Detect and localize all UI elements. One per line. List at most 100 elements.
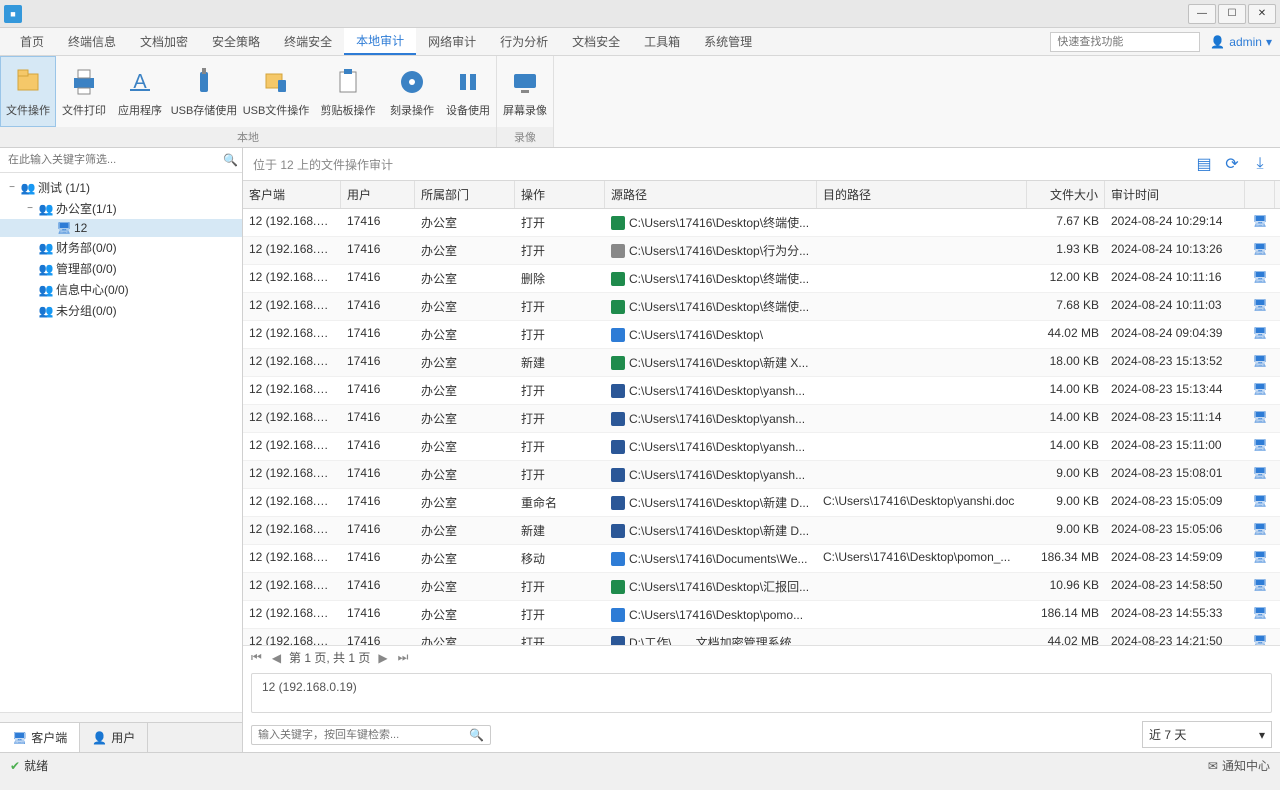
cell-monitor-icon[interactable]: 🖥 xyxy=(1245,517,1275,544)
pager-last[interactable]: ⏭ xyxy=(396,650,411,665)
keyword-input[interactable] xyxy=(258,729,469,741)
table-row[interactable]: 12 (192.168.0.1...17416办公室打开C:\Users\174… xyxy=(243,461,1280,489)
grid-body[interactable]: 12 (192.168.0.1...17416办公室打开C:\Users\174… xyxy=(243,209,1280,645)
cell-monitor-icon[interactable]: 🖥 xyxy=(1245,405,1275,432)
table-row[interactable]: 12 (192.168.0.1...17416办公室删除C:\Users\174… xyxy=(243,265,1280,293)
tree-node-6[interactable]: 👥未分组(0/0) xyxy=(0,300,242,321)
minimize-button[interactable]: — xyxy=(1188,4,1216,24)
table-row[interactable]: 12 (192.168.0.1...17416办公室打开C:\Users\174… xyxy=(243,433,1280,461)
export-icon[interactable]: ⤓ xyxy=(1250,154,1270,174)
maximize-button[interactable]: ☐ xyxy=(1218,4,1246,24)
cell-monitor-icon[interactable]: 🖥 xyxy=(1245,573,1275,600)
grid-header-5[interactable]: 目的路径 xyxy=(817,181,1027,208)
tree-node-4[interactable]: 👥管理部(0/0) xyxy=(0,258,242,279)
table-row[interactable]: 12 (192.168.0.1...17416办公室打开C:\Users\174… xyxy=(243,405,1280,433)
close-button[interactable]: ✕ xyxy=(1248,4,1276,24)
table-row[interactable]: 12 (192.168.0.1...17416办公室打开C:\Users\174… xyxy=(243,377,1280,405)
table-row[interactable]: 12 (192.168.0.1...17416办公室打开C:\Users\174… xyxy=(243,573,1280,601)
cell-monitor-icon[interactable]: 🖥 xyxy=(1245,293,1275,320)
search-icon[interactable]: 🔍 xyxy=(223,153,238,167)
grid-header-7[interactable]: 审计时间 xyxy=(1105,181,1245,208)
grid-header-6[interactable]: 文件大小 xyxy=(1027,181,1105,208)
tree-toggle[interactable]: − xyxy=(6,182,18,193)
global-search-input[interactable] xyxy=(1050,32,1200,52)
search-icon[interactable]: 🔍 xyxy=(469,728,484,742)
cell-monitor-icon[interactable]: 🖥 xyxy=(1245,377,1275,404)
cell-monitor-icon[interactable]: 🖥 xyxy=(1245,545,1275,572)
cell-monitor-icon[interactable]: 🖥 xyxy=(1245,629,1275,645)
cell-monitor-icon[interactable]: 🖥 xyxy=(1245,433,1275,460)
menu-item-0[interactable]: 首页 xyxy=(8,29,56,54)
tree-toggle[interactable]: − xyxy=(24,203,36,214)
tree-node-2[interactable]: 🖥12 xyxy=(0,219,242,237)
menu-item-5[interactable]: 本地审计 xyxy=(344,28,416,55)
ribbon-btn-剪贴板操作[interactable]: 剪贴板操作 xyxy=(312,56,384,127)
menu-item-8[interactable]: 文档安全 xyxy=(560,29,632,54)
grid-header: 客户端用户所属部门操作源路径目的路径文件大小审计时间 xyxy=(243,180,1280,209)
menu-item-2[interactable]: 文档加密 xyxy=(128,29,200,54)
tree: −👥测试 (1/1)−👥办公室(1/1)🖥12👥财务部(0/0)👥管理部(0/0… xyxy=(0,173,242,712)
sidebar-tab-client[interactable]: 🖥 客户端 xyxy=(0,723,80,752)
table-row[interactable]: 12 (192.168.0.1...17416办公室打开C:\Users\174… xyxy=(243,209,1280,237)
cell-client: 12 (192.168.0.1... xyxy=(243,573,341,600)
grid-header-3[interactable]: 操作 xyxy=(515,181,605,208)
ribbon-btn-刻录操作[interactable]: 刻录操作 xyxy=(384,56,440,127)
user-menu[interactable]: 👤admin▾ xyxy=(1210,35,1272,49)
table-row[interactable]: 12 (192.168.0.1...17416办公室新建C:\Users\174… xyxy=(243,349,1280,377)
ribbon-btn-USB存储使用[interactable]: USB存储使用 xyxy=(168,56,240,127)
ribbon-btn-应用程序[interactable]: A应用程序 xyxy=(112,56,168,127)
cell-monitor-icon[interactable]: 🖥 xyxy=(1245,237,1275,264)
grid-header-8[interactable] xyxy=(1245,181,1275,208)
cell-monitor-icon[interactable]: 🖥 xyxy=(1245,349,1275,376)
pager-first[interactable]: ⏮ xyxy=(249,650,264,665)
table-row[interactable]: 12 (192.168.0.1...17416办公室打开C:\Users\174… xyxy=(243,601,1280,629)
ribbon-btn-设备使用[interactable]: 设备使用 xyxy=(440,56,496,127)
menu-item-10[interactable]: 系统管理 xyxy=(692,29,764,54)
table-row[interactable]: 12 (192.168.0.1...17416办公室移动C:\Users\174… xyxy=(243,545,1280,573)
table-row[interactable]: 12 (192.168.0.1...17416办公室打开C:\Users\174… xyxy=(243,321,1280,349)
ribbon-btn-文件打印[interactable]: 文件打印 xyxy=(56,56,112,127)
menu-item-3[interactable]: 安全策略 xyxy=(200,29,272,54)
status-notify[interactable]: ✉ 通知中心 xyxy=(1208,757,1270,774)
cell-dept: 办公室 xyxy=(415,573,515,600)
refresh-icon[interactable]: ⟳ xyxy=(1222,154,1242,174)
cell-dst xyxy=(817,265,1027,292)
time-range-select[interactable]: 近 7 天 ▾ xyxy=(1142,721,1272,748)
table-row[interactable]: 12 (192.168.0.1...17416办公室新建C:\Users\174… xyxy=(243,517,1280,545)
list-view-icon[interactable]: ▤ xyxy=(1194,154,1214,174)
cell-monitor-icon[interactable]: 🖥 xyxy=(1245,265,1275,292)
cell-time: 2024-08-23 15:05:06 xyxy=(1105,517,1245,544)
table-row[interactable]: 12 (192.168.0.1...17416办公室打开C:\Users\174… xyxy=(243,293,1280,321)
tree-icon: 👥 xyxy=(21,181,35,195)
cell-client: 12 (192.168.0.1... xyxy=(243,237,341,264)
cell-monitor-icon[interactable]: 🖥 xyxy=(1245,461,1275,488)
tree-node-1[interactable]: −👥办公室(1/1) xyxy=(0,198,242,219)
cell-monitor-icon[interactable]: 🖥 xyxy=(1245,489,1275,516)
grid-header-4[interactable]: 源路径 xyxy=(605,181,817,208)
ribbon-btn-文件操作[interactable]: 文件操作 xyxy=(0,56,56,127)
grid-header-2[interactable]: 所属部门 xyxy=(415,181,515,208)
grid-header-1[interactable]: 用户 xyxy=(341,181,415,208)
sidebar-tab-user[interactable]: 👤 用户 xyxy=(80,723,148,752)
sidebar-filter-input[interactable] xyxy=(4,150,223,170)
menu-item-1[interactable]: 终端信息 xyxy=(56,29,128,54)
cell-monitor-icon[interactable]: 🖥 xyxy=(1245,601,1275,628)
pager-next[interactable]: ▶ xyxy=(376,651,389,665)
table-row[interactable]: 12 (192.168.0.1...17416办公室打开D:\工作\ 文档加密管… xyxy=(243,629,1280,645)
ribbon-btn-屏幕录像[interactable]: 屏幕录像 xyxy=(497,56,553,127)
tree-node-5[interactable]: 👥信息中心(0/0) xyxy=(0,279,242,300)
table-row[interactable]: 12 (192.168.0.1...17416办公室打开C:\Users\174… xyxy=(243,237,1280,265)
menu-item-6[interactable]: 网络审计 xyxy=(416,29,488,54)
tree-node-3[interactable]: 👥财务部(0/0) xyxy=(0,237,242,258)
cell-user: 17416 xyxy=(341,545,415,572)
menu-item-9[interactable]: 工具箱 xyxy=(632,29,692,54)
menu-item-4[interactable]: 终端安全 xyxy=(272,29,344,54)
tree-node-0[interactable]: −👥测试 (1/1) xyxy=(0,177,242,198)
menu-item-7[interactable]: 行为分析 xyxy=(488,29,560,54)
ribbon-btn-USB文件操作[interactable]: USB文件操作 xyxy=(240,56,312,127)
table-row[interactable]: 12 (192.168.0.1...17416办公室重命名C:\Users\17… xyxy=(243,489,1280,517)
grid-header-0[interactable]: 客户端 xyxy=(243,181,341,208)
pager-prev[interactable]: ◀ xyxy=(270,651,283,665)
cell-monitor-icon[interactable]: 🖥 xyxy=(1245,321,1275,348)
cell-monitor-icon[interactable]: 🖥 xyxy=(1245,209,1275,236)
